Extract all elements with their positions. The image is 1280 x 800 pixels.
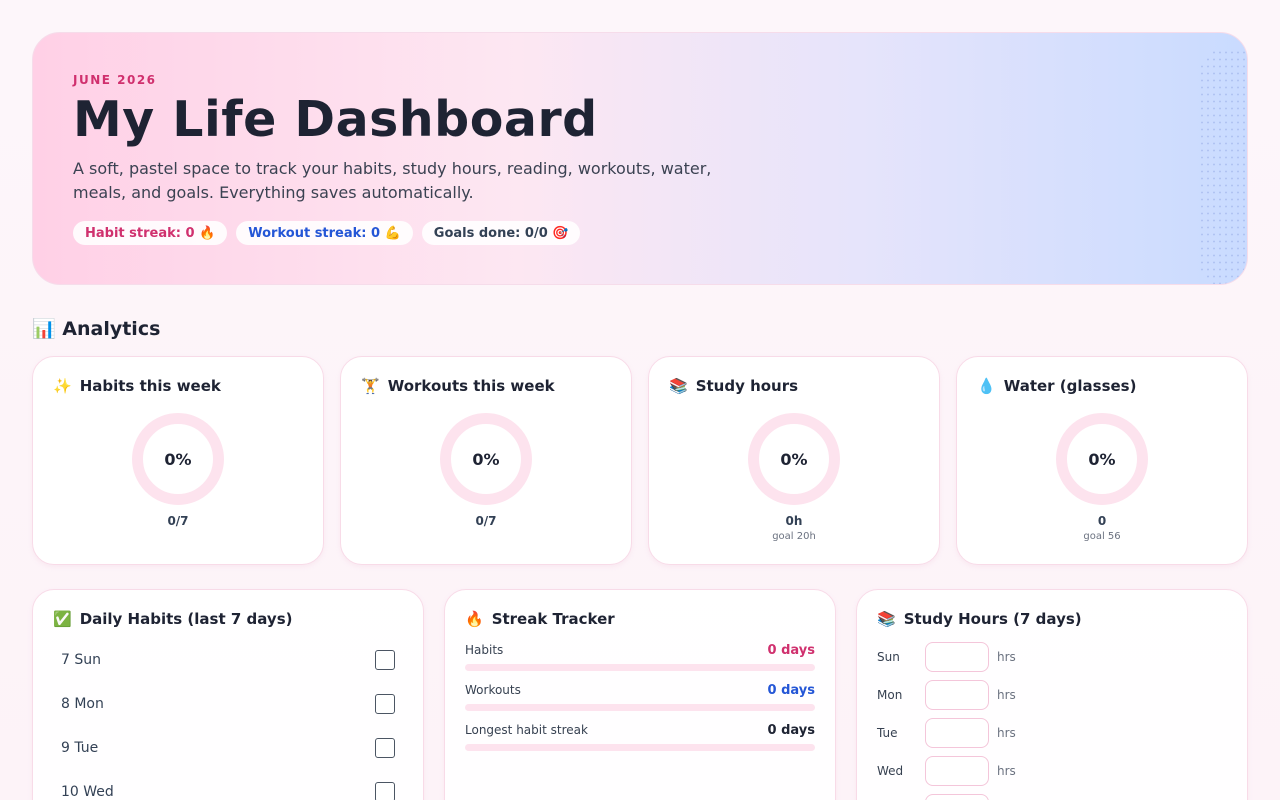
workouts-week-ring: 0% <box>440 413 532 505</box>
water-title: 💧 Water (glasses) <box>977 377 1136 395</box>
study-hours-input[interactable] <box>925 642 989 672</box>
habits-week-title: ✨ Habits this week <box>53 377 221 395</box>
study-row: Mon hrs <box>877 680 1016 710</box>
study-unit-label: hrs <box>997 650 1016 664</box>
habit-row: 8 Mon <box>61 692 395 716</box>
study-hours-input[interactable] <box>925 756 989 786</box>
study-day-label: Mon <box>877 688 903 702</box>
habit-day-label: 7 Sun <box>61 652 101 668</box>
study-unit-label: hrs <box>997 764 1016 778</box>
fire-icon: 🔥 <box>465 610 484 628</box>
study-day-label: Wed <box>877 764 904 778</box>
workout-streak-badge: Workout streak: 0 💪 <box>236 221 413 245</box>
study-hours-input[interactable] <box>925 680 989 710</box>
study-log-label: Study Hours (7 days) <box>903 610 1082 628</box>
hero-decoration <box>1199 49 1247 284</box>
habit-row: 10 Wed <box>61 780 395 800</box>
study-hours-ring: 0% <box>748 413 840 505</box>
daily-habits-card: ✅ Daily Habits (last 7 days) 7 Sun 8 Mon… <box>32 589 424 800</box>
weightlifter-icon: 🏋 <box>361 377 380 395</box>
study-unit-label: hrs <box>997 726 1016 740</box>
workouts-week-value: 0/7 <box>475 514 497 528</box>
study-hours-input[interactable] <box>925 718 989 748</box>
water-ring: 0% <box>1056 413 1148 505</box>
study-log-title: 📚 Study Hours (7 days) <box>877 610 1082 628</box>
water-value: 0 <box>1097 514 1107 528</box>
goals-done-badge: Goals done: 0/0 🎯 <box>421 221 581 245</box>
study-row: Tue hrs <box>877 718 1016 748</box>
streak-progress-bar <box>465 664 815 671</box>
check-mark-icon: ✅ <box>53 610 72 628</box>
water-card: 💧 Water (glasses) 0% 0 goal 56 <box>956 356 1248 565</box>
books-icon: 📚 <box>669 377 688 395</box>
study-unit-label: hrs <box>997 688 1016 702</box>
water-goal: goal 56 <box>1083 531 1121 542</box>
hero-banner: JUNE 2026 My Life Dashboard A soft, past… <box>32 32 1248 285</box>
sparkles-icon: ✨ <box>53 377 72 395</box>
habit-row: 7 Sun <box>61 648 395 672</box>
study-row: Sun hrs <box>877 642 1016 672</box>
study-hours-log-card: 📚 Study Hours (7 days) Sun hrs Mon hrs T… <box>856 589 1248 800</box>
streak-row-workouts: Workouts 0 days <box>465 683 815 711</box>
streak-value: 0 days <box>767 683 815 698</box>
habit-day-label: 8 Mon <box>61 696 104 712</box>
streak-value: 0 days <box>767 643 815 658</box>
droplet-icon: 💧 <box>977 377 996 395</box>
habits-week-label: Habits this week <box>79 377 221 395</box>
study-hours-card: 📚 Study hours 0% 0h goal 20h <box>648 356 940 565</box>
study-day-label: Sun <box>877 650 900 664</box>
streak-label: Habits <box>465 643 504 657</box>
streak-row-longest: Longest habit streak 0 days <box>465 723 815 751</box>
page-title: My Life Dashboard <box>73 91 598 148</box>
streak-progress-bar <box>465 744 815 751</box>
habit-checkbox[interactable] <box>375 650 395 670</box>
habit-day-label: 10 Wed <box>61 784 114 800</box>
study-row <box>877 794 989 800</box>
habit-streak-badge: Habit streak: 0 🔥 <box>73 221 228 245</box>
daily-habits-label: Daily Habits (last 7 days) <box>79 610 293 628</box>
study-row: Wed hrs <box>877 756 1016 786</box>
month-label: JUNE 2026 <box>73 73 157 87</box>
streak-tracker-title: 🔥 Streak Tracker <box>465 610 615 628</box>
study-day-label: Tue <box>877 726 898 740</box>
habits-week-value: 0/7 <box>167 514 189 528</box>
workouts-week-label: Workouts this week <box>387 377 555 395</box>
study-hours-value: 0h <box>785 514 803 528</box>
habits-week-card: ✨ Habits this week 0% 0/7 <box>32 356 324 565</box>
study-hours-title: 📚 Study hours <box>669 377 798 395</box>
habit-checkbox[interactable] <box>375 694 395 714</box>
workouts-week-title: 🏋 Workouts this week <box>361 377 555 395</box>
streak-label: Longest habit streak <box>465 723 588 737</box>
streak-tracker-card: 🔥 Streak Tracker Habits 0 days Workouts … <box>444 589 836 800</box>
habits-week-ring: 0% <box>132 413 224 505</box>
habit-checkbox[interactable] <box>375 782 395 800</box>
workouts-week-card: 🏋 Workouts this week 0% 0/7 <box>340 356 632 565</box>
study-hours-input[interactable] <box>925 794 989 800</box>
study-hours-label: Study hours <box>695 377 799 395</box>
habit-row: 9 Tue <box>61 736 395 760</box>
study-hours-goal: goal 20h <box>772 531 816 542</box>
streak-label: Workouts <box>465 683 521 697</box>
books-icon: 📚 <box>877 610 896 628</box>
analytics-heading: 📊 Analytics <box>32 318 161 340</box>
habit-checkbox[interactable] <box>375 738 395 758</box>
water-label: Water (glasses) <box>1003 377 1137 395</box>
daily-habits-title: ✅ Daily Habits (last 7 days) <box>53 610 292 628</box>
streak-progress-bar <box>465 704 815 711</box>
streak-row-habits: Habits 0 days <box>465 643 815 671</box>
summary-pills: Habit streak: 0 🔥 Workout streak: 0 💪 Go… <box>73 221 581 245</box>
habit-day-label: 9 Tue <box>61 740 99 756</box>
streak-tracker-label: Streak Tracker <box>491 610 615 628</box>
streak-value: 0 days <box>767 723 815 738</box>
page-subtitle: A soft, pastel space to track your habit… <box>73 159 712 202</box>
